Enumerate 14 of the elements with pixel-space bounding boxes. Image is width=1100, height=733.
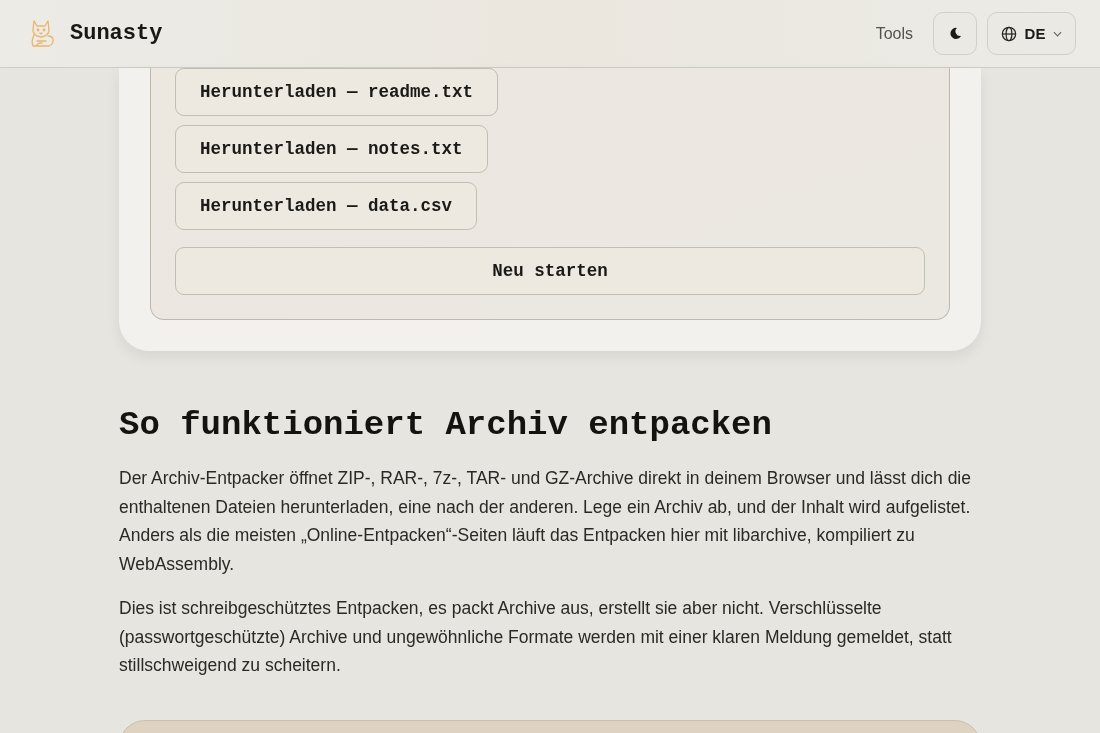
- language-button[interactable]: DE: [987, 12, 1076, 55]
- moon-icon: [948, 27, 962, 40]
- restart-button[interactable]: Neu starten: [175, 247, 925, 295]
- theme-toggle-button[interactable]: [933, 12, 977, 55]
- download-button[interactable]: Herunterladen — data.csv: [175, 182, 478, 230]
- nav-link[interactable]: Tools: [875, 24, 913, 43]
- brand-name[interactable]: Sunasty: [70, 21, 163, 46]
- download-button[interactable]: Herunterladen — readme.txt: [175, 68, 499, 116]
- section-heading: So funktioniert Archiv entpacken: [119, 405, 773, 446]
- body-paragraph: Dies ist schreibgeschütztes Entpacken, es packt Archive aus, erstellt sie aber nicht. Verschlüsselte (passwortgeschützte) Archive und ungewöhnliche Formate werden mit einer klaren Meldung gemeldet, statt stillschweigend zu scheitern.: [119, 597, 953, 677]
- download-button[interactable]: Herunterladen — notes.txt: [175, 125, 488, 173]
- body-paragraph: Der Archiv-Entpacker öffnet ZIP-, RAR-, 7z-, TAR- und GZ-Archive direkt in deinem Browser und lässt dich die enthaltenen Dateien herunterladen, eine nach der anderen. Lege ein Archiv ab, und der Inhalt wird aufgelistet. Anders als die meisten „Online-Entpacken“-Seiten läuft das Entpacken hier mit libarchive, kompiliert zu WebAssembly.: [119, 467, 972, 576]
- globe-icon: [1000, 25, 1017, 42]
- chevron-down-icon: [1053, 30, 1063, 37]
